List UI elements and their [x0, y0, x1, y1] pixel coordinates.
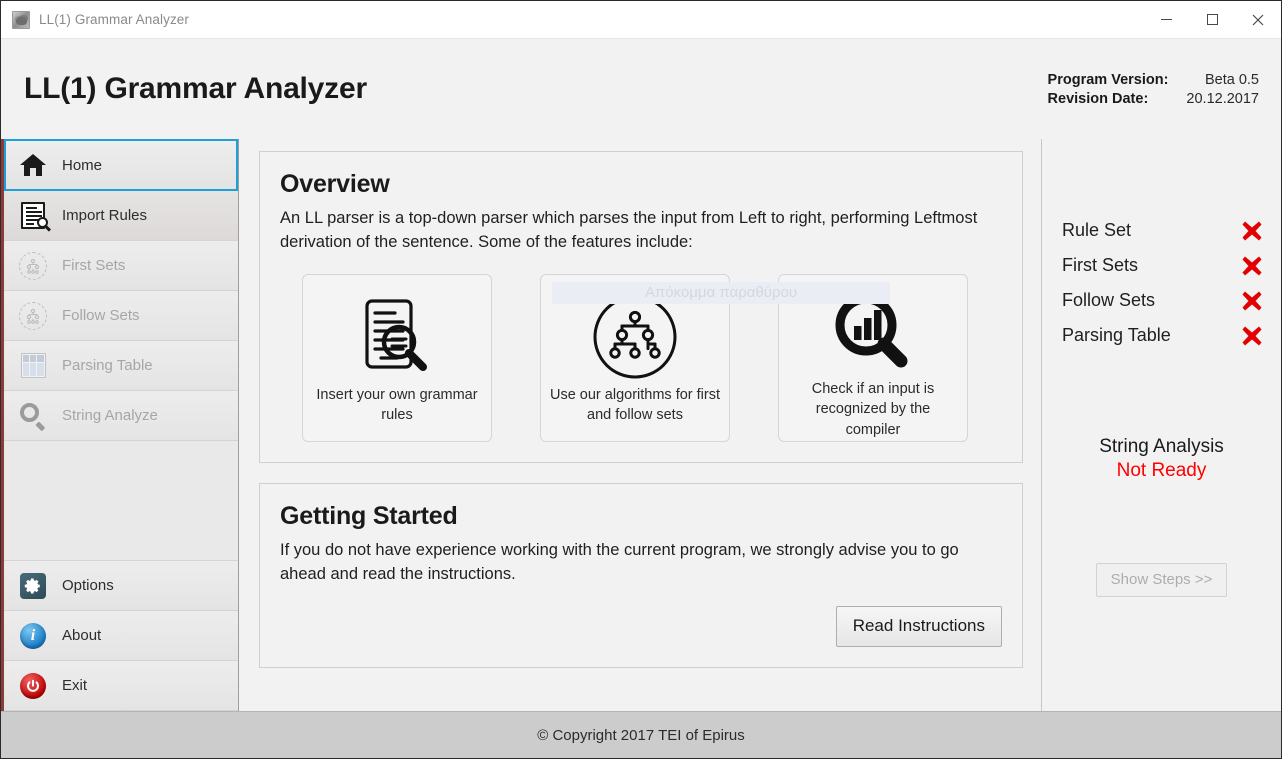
version-info: Program Version: Beta 0.5 Revision Date:…: [1048, 72, 1259, 107]
string-analyze-icon: [18, 401, 48, 432]
import-rules-icon: [18, 201, 48, 231]
window-controls: [1143, 1, 1281, 39]
status-row-first-sets: First Sets: [1062, 248, 1263, 283]
sidebar-item-home[interactable]: Home: [4, 139, 238, 191]
sidebar-item-label: String Analyze: [62, 407, 158, 424]
sidebar-item-options[interactable]: Options: [4, 561, 238, 611]
sidebar-item-label: First Sets: [62, 257, 126, 274]
maximize-icon[interactable]: [1189, 1, 1235, 39]
main-content: Overview An LL parser is a top-down pars…: [239, 139, 1041, 711]
page-title: LL(1) Grammar Analyzer: [24, 72, 367, 105]
info-icon: i: [18, 621, 48, 651]
sidebar-item-follow-sets[interactable]: Follow Sets: [4, 291, 238, 341]
sidebar-item-label: Home: [62, 156, 103, 174]
sidebar-item-label: Options: [62, 577, 114, 594]
title-bar: LL(1) Grammar Analyzer: [1, 1, 1281, 39]
status-list: Rule Set First Sets Follow Sets Parsing …: [1042, 151, 1281, 353]
status-panel: Rule Set First Sets Follow Sets Parsing …: [1041, 139, 1281, 711]
status-label: Rule Set: [1062, 220, 1132, 240]
app-icon: [12, 10, 30, 29]
sidebar-item-label: Exit: [62, 677, 88, 694]
page-header: LL(1) Grammar Analyzer Program Version: …: [1, 39, 1281, 139]
sidebar-item-label: Follow Sets: [62, 307, 140, 324]
feature-card-caption: Insert your own grammar rules: [316, 386, 478, 424]
overview-heading: Overview: [280, 170, 390, 198]
feature-card-insert-rules[interactable]: Insert your own grammar rules: [302, 273, 492, 442]
feature-cards: Insert your own grammar rules Use our al…: [280, 273, 1002, 442]
revision-label: Revision Date:: [1047, 90, 1149, 107]
string-analysis-state: Not Ready: [1116, 459, 1207, 481]
revision-value: 20.12.2017: [1186, 90, 1259, 107]
minimize-icon[interactable]: [1143, 1, 1189, 39]
red-x-icon: [1241, 220, 1263, 242]
red-x-icon: [1241, 325, 1263, 347]
sidebar-item-label: Import Rules: [62, 207, 148, 224]
follow-sets-icon: [18, 301, 48, 331]
status-label: First Sets: [1062, 255, 1139, 275]
sidebar-item-exit[interactable]: Exit: [4, 661, 238, 711]
read-instructions-button[interactable]: Read Instructions: [835, 606, 1002, 647]
sidebar-item-label: Parsing Table: [62, 357, 153, 374]
window-title: LL(1) Grammar Analyzer: [39, 12, 189, 27]
power-icon: [18, 671, 48, 701]
status-row-rule-set: Rule Set: [1062, 213, 1263, 248]
status-label: Follow Sets: [1062, 290, 1156, 310]
string-analysis-title: String Analysis: [1099, 436, 1224, 457]
feature-card-caption: Use our algorithms for first and follow …: [549, 386, 721, 424]
sidebar-item-import-rules[interactable]: Import Rules: [4, 191, 238, 241]
sidebar-item-first-sets[interactable]: First Sets: [4, 241, 238, 291]
footer: © Copyright 2017 TEI of Epirus: [1, 711, 1281, 758]
home-icon: [18, 150, 48, 180]
getting-started-heading: Getting Started: [280, 501, 458, 530]
sidebar-item-label: About: [62, 627, 102, 644]
version-label: Program Version:: [1047, 71, 1169, 88]
chart-search-icon: [831, 291, 915, 377]
status-row-follow-sets: Follow Sets: [1062, 283, 1263, 318]
red-x-icon: [1241, 290, 1263, 312]
document-search-icon: [359, 291, 435, 383]
gear-icon: [18, 571, 48, 601]
first-sets-icon: [18, 251, 48, 281]
status-label: Parsing Table: [1062, 325, 1171, 345]
parsing-table-icon: [18, 351, 48, 381]
body-region: Home Import Rules First Sets Follow Sets…: [1, 139, 1281, 711]
app-window: LL(1) Grammar Analyzer LL(1) Grammar Ana…: [0, 0, 1282, 759]
overview-body: An LL parser is a top-down parser which …: [280, 209, 978, 252]
getting-started-body: If you do not have experience working wi…: [280, 540, 959, 583]
sidebar-filler: [4, 441, 238, 561]
sidebar-item-about[interactable]: i About: [4, 611, 238, 661]
feature-card-caption: Check if an input is recognized by the c…: [811, 380, 935, 438]
feature-card-first-follow[interactable]: Use our algorithms for first and follow …: [540, 273, 730, 442]
red-x-icon: [1241, 255, 1263, 277]
close-icon[interactable]: [1235, 1, 1281, 39]
getting-started-panel: Getting Started If you do not have exper…: [259, 482, 1023, 668]
string-analysis-block: String Analysis Not Ready: [1099, 435, 1224, 483]
copyright-text: © Copyright 2017 TEI of Epirus: [537, 726, 745, 744]
version-value: Beta 0.5: [1204, 71, 1259, 88]
feature-card-check-input[interactable]: Check if an input is recognized by the c…: [778, 273, 968, 442]
status-row-parsing-table: Parsing Table: [1062, 318, 1263, 353]
tree-diagram-icon: [591, 291, 679, 383]
overview-panel: Overview An LL parser is a top-down pars…: [259, 151, 1023, 463]
getting-started-actions: Read Instructions: [280, 606, 1002, 647]
sidebar-item-string-analyze[interactable]: String Analyze: [4, 391, 238, 441]
show-steps-button[interactable]: Show Steps >>: [1095, 562, 1228, 597]
sidebar-item-parsing-table[interactable]: Parsing Table: [4, 341, 238, 391]
sidebar: Home Import Rules First Sets Follow Sets…: [1, 139, 239, 711]
